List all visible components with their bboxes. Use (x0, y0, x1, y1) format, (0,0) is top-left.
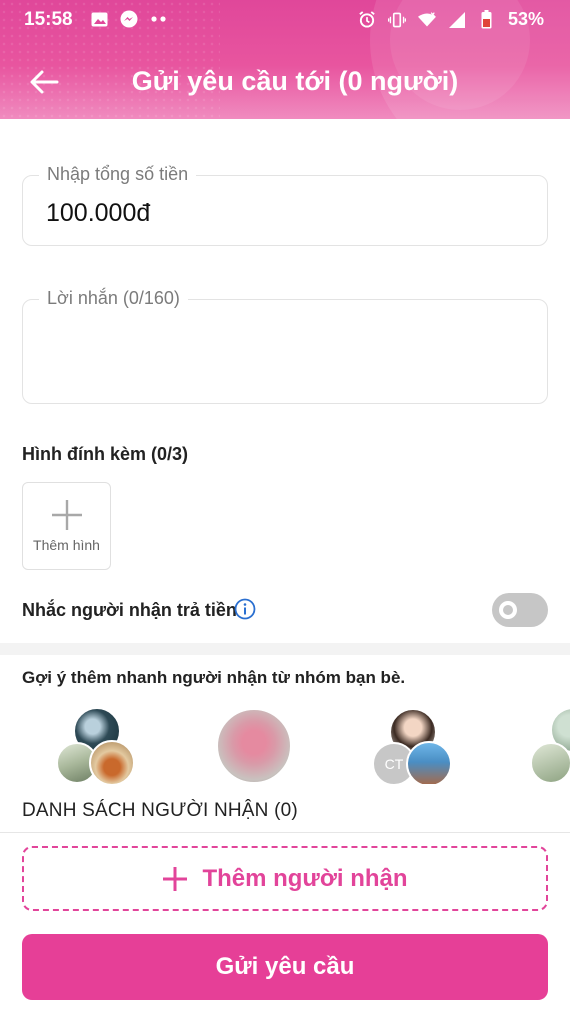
reminder-label: Nhắc người nhận trả tiền (22, 600, 237, 620)
add-recipient-label: Thêm người nhận (202, 864, 408, 892)
battery-percent: 53% (507, 9, 544, 29)
page-title: Gửi yêu cầu tới (0 người) (131, 66, 459, 96)
suggested-groups: CT (0, 704, 570, 784)
status-time: 15:58 (24, 9, 73, 30)
toggle-knob (499, 601, 517, 619)
message-field-label: Lời nhắn (0/160) (39, 288, 188, 309)
submit-request-button[interactable]: Gửi yêu cầu (22, 934, 548, 1000)
status-system-icons: 53% (358, 9, 544, 30)
alarm-icon (358, 11, 376, 29)
amount-field-label: Nhập tổng số tiền (39, 164, 197, 185)
plus-icon (163, 866, 188, 891)
avatar (89, 740, 135, 784)
gallery-icon (90, 10, 108, 28)
section-divider (0, 643, 570, 655)
attachments-title: Hình đính kèm (0/3) (22, 444, 189, 464)
avatar (216, 708, 292, 784)
plus-icon (51, 500, 82, 530)
suggestions-title: Gợi ý thêm nhanh người nhận từ nhóm bạn … (22, 668, 406, 687)
app-header: 15:58 53% Gửi yêu cầu tới (0 người) (0, 0, 570, 119)
amount-field[interactable]: Nhập tổng số tiền 100.000đ (22, 164, 548, 246)
avatar (530, 742, 570, 784)
add-image-label: Thêm hình (33, 537, 100, 553)
status-bar: 15:58 53% (0, 0, 570, 40)
status-notification-icons (90, 10, 168, 28)
battery-icon (478, 10, 496, 29)
add-recipient-button[interactable]: Thêm người nhận (22, 846, 548, 911)
info-icon[interactable] (234, 598, 256, 625)
more-dots-icon (150, 10, 168, 28)
reminder-toggle[interactable] (492, 593, 548, 627)
amount-value[interactable]: 100.000đ (46, 199, 150, 228)
wifi-icon (417, 11, 436, 29)
messenger-icon (120, 10, 138, 28)
signal-icon (448, 11, 466, 29)
recipients-title: DANH SÁCH NGƯỜI NHẬN (0) (22, 800, 298, 821)
message-field[interactable]: Lời nhắn (0/160) (22, 288, 548, 404)
add-image-button[interactable]: Thêm hình (22, 482, 111, 570)
vibrate-icon (387, 11, 406, 29)
divider (0, 832, 570, 833)
avatar (406, 741, 452, 784)
reminder-row: Nhắc người nhận trả tiền (22, 593, 548, 627)
